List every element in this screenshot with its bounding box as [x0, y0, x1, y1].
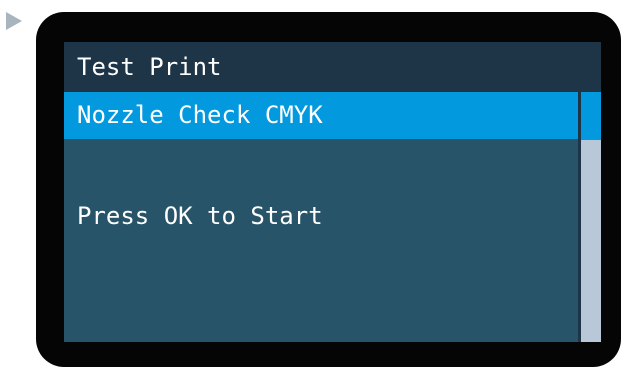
triangle-right-icon: [6, 12, 22, 30]
lcd-screen: Test Print Nozzle Check CMYK Press OK to…: [64, 42, 601, 342]
status-message: Press OK to Start: [77, 202, 323, 230]
menu-item-nozzle-check-cmyk[interactable]: Nozzle Check CMYK: [64, 92, 579, 139]
scrollbar[interactable]: [578, 92, 601, 342]
screen-title: Test Print: [64, 42, 601, 92]
scrollbar-thumb[interactable]: [581, 92, 601, 140]
page: Test Print Nozzle Check CMYK Press OK to…: [0, 0, 621, 367]
